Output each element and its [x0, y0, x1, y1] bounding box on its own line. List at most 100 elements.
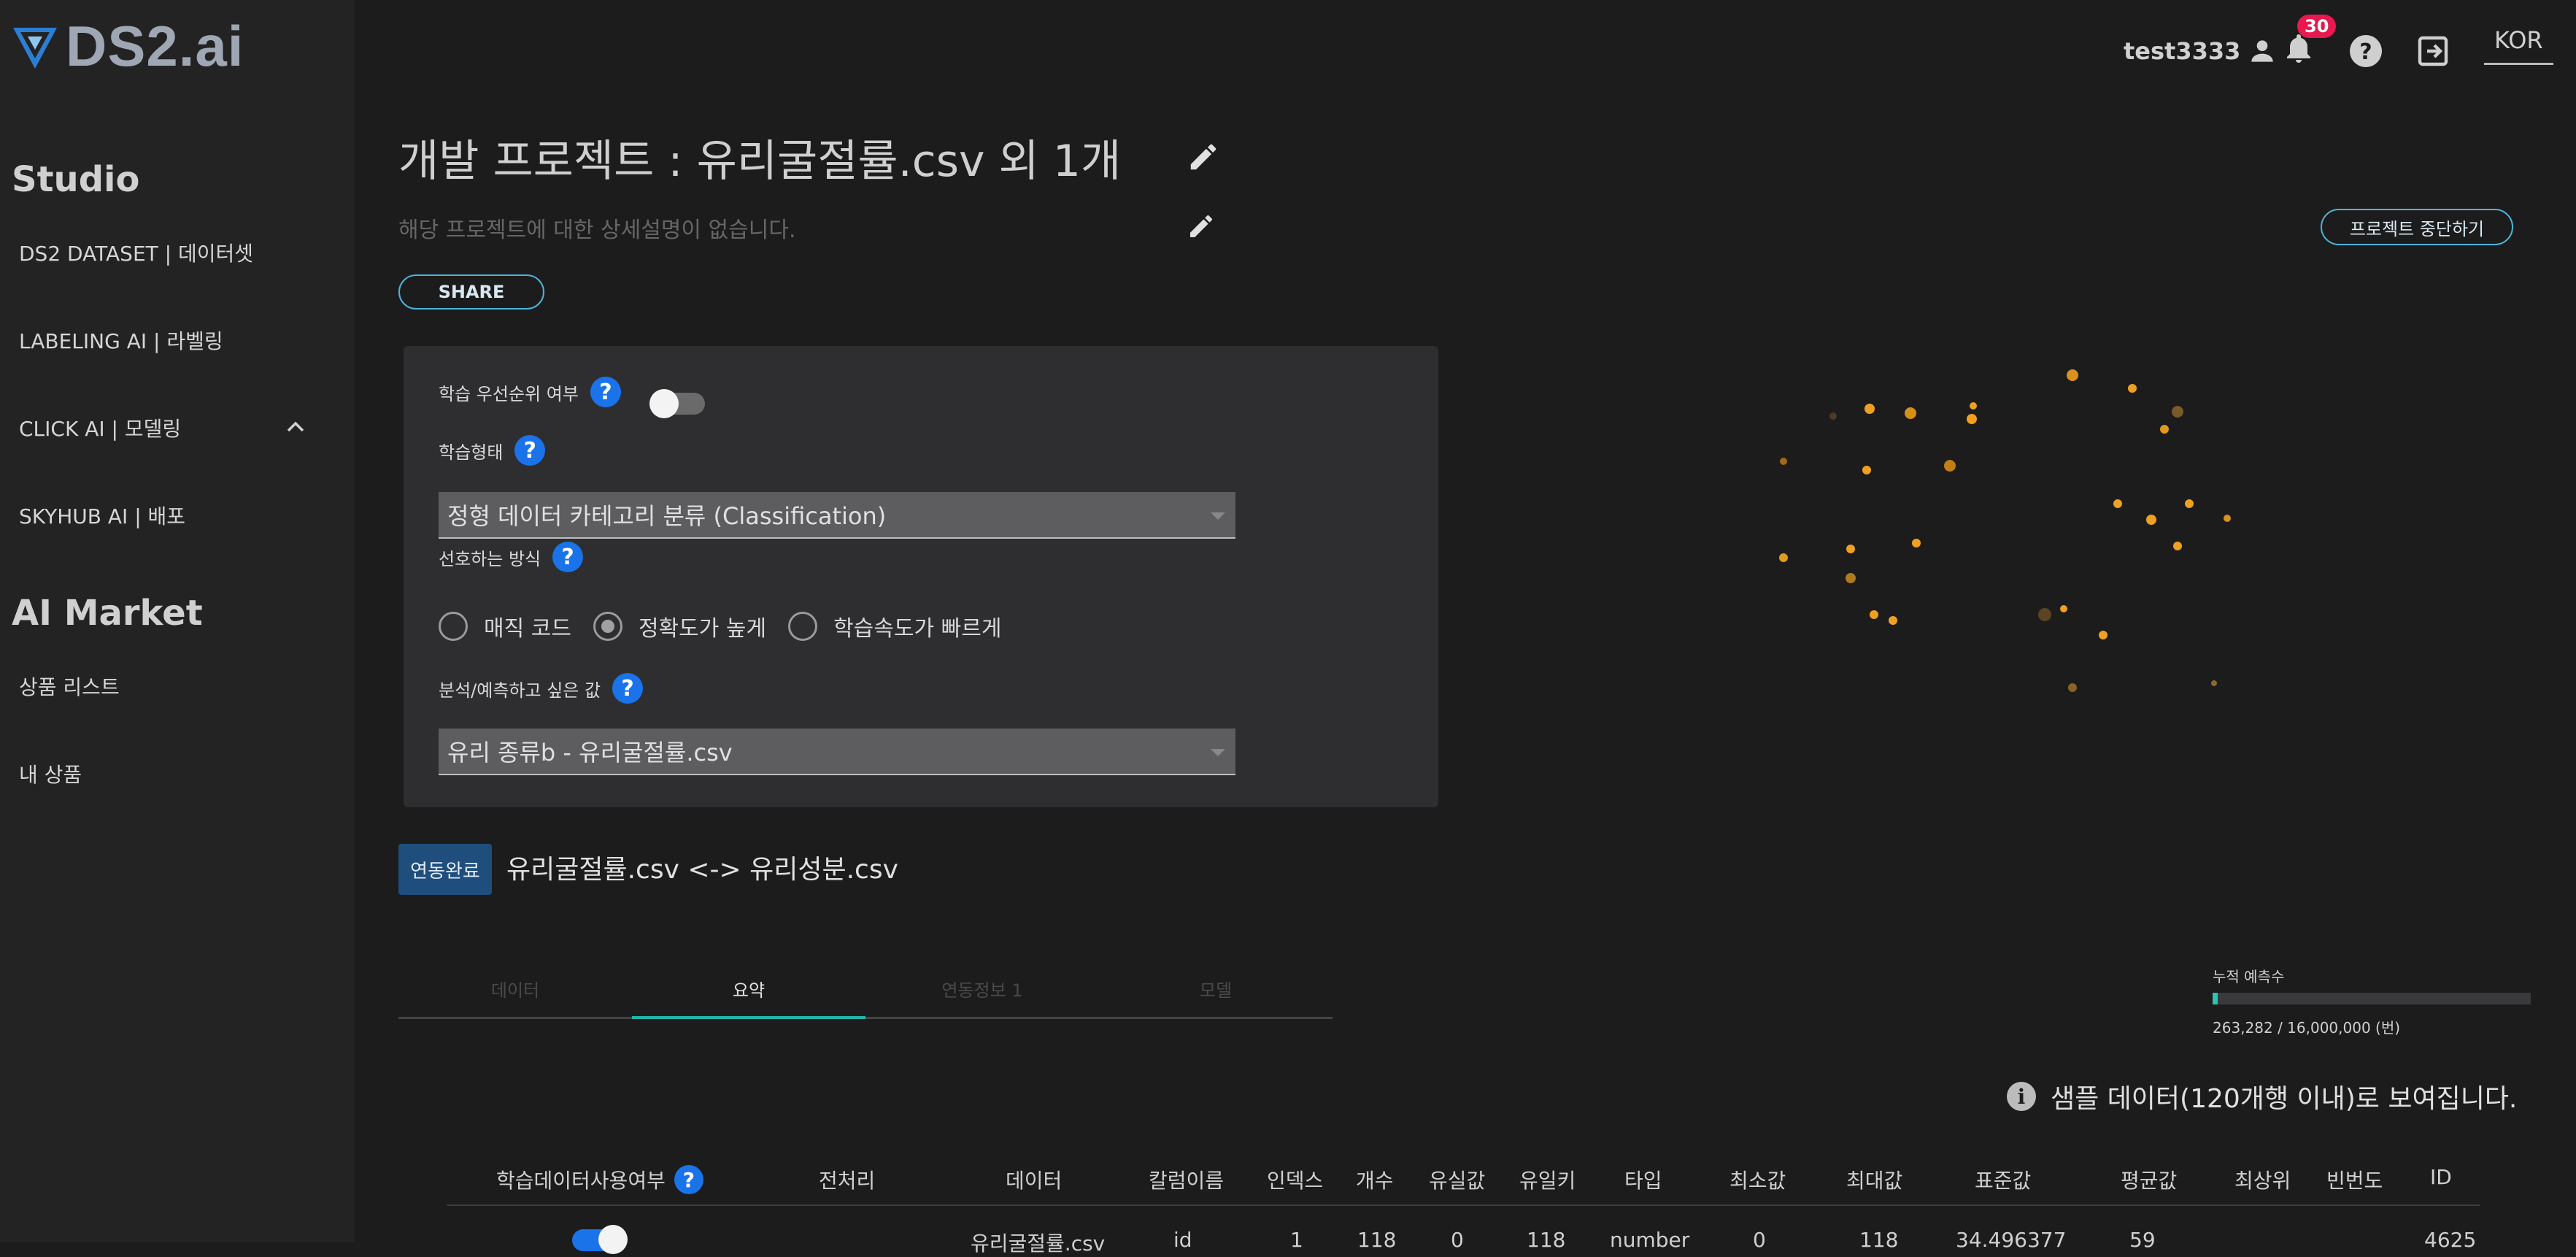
sidebar-item-my-products[interactable]: 내 상품: [19, 759, 82, 788]
toggle-knob: [598, 1225, 628, 1254]
tab-summary[interactable]: 요약: [632, 961, 865, 1019]
cell-unique: 118: [1527, 1228, 1566, 1252]
linked-files-text: 유리굴절률.csv <-> 유리성분.csv: [506, 855, 898, 885]
svg-text:?: ?: [2359, 39, 2372, 65]
header-label: 학습데이터사용여부: [496, 1169, 666, 1193]
radio-magic-code[interactable]: 매직 코드: [439, 610, 571, 642]
loading-dots-animation: [1779, 369, 2231, 692]
header-std: 표준값: [1975, 1169, 2032, 1193]
sample-data-note: i 샘플 데이터(120개행 이내)로 보여집니다.: [2007, 1077, 2517, 1115]
radio-checked-icon: [593, 612, 622, 641]
header-data: 데이터: [1006, 1169, 1063, 1193]
cell-data: 유리굴절률.csv: [971, 1231, 1106, 1256]
method-radio-group: 매직 코드 정확도가 높게 학습속도가 빠르게: [439, 610, 1023, 642]
sidebar: DS2.ai Studio DS2 DATASET | 데이터셋 LABELIN…: [0, 0, 355, 1242]
tab-data[interactable]: 데이터: [398, 961, 632, 1017]
sidebar-item-labeling[interactable]: LABELING AI | 라벨링: [19, 326, 223, 355]
chevron-up-icon[interactable]: [285, 416, 306, 438]
radio-high-accuracy[interactable]: 정확도가 높게: [593, 610, 766, 642]
logout-icon[interactable]: [2415, 34, 2450, 69]
tab-model[interactable]: 모델: [1099, 961, 1333, 1017]
sidebar-item-product-list[interactable]: 상품 리스트: [19, 672, 120, 701]
help-circle-icon[interactable]: ?: [2348, 34, 2383, 69]
prediction-count-value: 263,282 / 16,000,000 (번): [2213, 1019, 2401, 1037]
dropdown-caret-icon: [1211, 512, 1225, 520]
edit-title-pencil-icon[interactable]: [1187, 140, 1220, 174]
header-top: 최상위: [2234, 1169, 2291, 1193]
priority-toggle[interactable]: [649, 389, 705, 418]
prediction-progress-bar: [2213, 993, 2531, 1004]
header-frequency: 빈번도: [2326, 1169, 2383, 1193]
target-select[interactable]: 유리 종류b - 유리굴절률.csv: [439, 729, 1235, 775]
training-type-select[interactable]: 정형 데이터 카테고리 분류 (Classification): [439, 492, 1235, 539]
cell-missing: 0: [1451, 1228, 1464, 1252]
header-count: 개수: [1356, 1169, 1394, 1193]
header-column-name: 칼럼이름: [1149, 1169, 1225, 1193]
logo-mark-icon: [13, 27, 57, 69]
target-label: 분석/예측하고 싶은 값: [439, 680, 601, 701]
radio-label: 학습속도가 빠르게: [833, 616, 1002, 642]
radio-circle-icon: [439, 612, 468, 641]
link-status-badge: 연동완료: [398, 844, 492, 895]
person-icon: [2251, 40, 2274, 62]
header-index: 인덱스: [1267, 1169, 1324, 1193]
language-selector[interactable]: KOR: [2484, 26, 2553, 65]
tab-bar: 데이터 요약 연동정보 1 모델: [398, 961, 1333, 1019]
header-min: 최소값: [1729, 1169, 1786, 1193]
project-description: 해당 프로젝트에 대한 상세설명이 없습니다.: [398, 218, 796, 243]
cell-column-name: id: [1173, 1228, 1192, 1252]
method-setting: 선호하는 방식 ?: [439, 542, 584, 572]
method-help-icon[interactable]: ?: [552, 542, 584, 572]
edit-description-pencil-icon[interactable]: [1187, 212, 1216, 241]
priority-label: 학습 우선순위 여부: [439, 383, 579, 404]
header-mean: 평균값: [2121, 1169, 2178, 1193]
header-missing: 유실값: [1429, 1169, 1486, 1193]
cell-std: 34.496377: [1956, 1228, 2067, 1252]
radio-circle-icon: [788, 612, 818, 641]
priority-setting: 학습 우선순위 여부 ?: [439, 377, 621, 407]
user-menu[interactable]: test3333: [2124, 35, 2278, 67]
prediction-progress-fill: [2213, 993, 2218, 1004]
tab-link-info[interactable]: 연동정보 1: [865, 961, 1099, 1017]
training-type-value: 정형 데이터 카테고리 분류 (Classification): [447, 502, 887, 530]
market-section-title: AI Market: [12, 593, 203, 634]
prediction-count-label: 누적 예측수: [2213, 968, 2285, 985]
logo-text: DS2.ai: [66, 14, 244, 78]
target-help-icon[interactable]: ?: [612, 673, 644, 704]
cell-count: 118: [1357, 1228, 1397, 1252]
cell-id: 4625: [2424, 1228, 2477, 1252]
header-max: 최대값: [1846, 1169, 1903, 1193]
use-for-training-help-icon[interactable]: ?: [674, 1165, 703, 1194]
target-setting: 분석/예측하고 싶은 값 ?: [439, 673, 644, 704]
radio-fast-training[interactable]: 학습속도가 빠르게: [788, 610, 1001, 642]
notification-count-badge: 30: [2297, 15, 2337, 38]
sidebar-item-click-ai[interactable]: CLICK AI | 모델링: [19, 413, 181, 442]
use-for-training-toggle[interactable]: [572, 1225, 628, 1254]
cell-index: 1: [1290, 1228, 1303, 1252]
header-use-for-training: 학습데이터사용여부 ?: [496, 1165, 703, 1194]
dropdown-caret-icon: [1211, 749, 1225, 756]
method-label: 선호하는 방식: [439, 548, 541, 569]
priority-help-icon[interactable]: ?: [590, 377, 621, 407]
cell-type: number: [1610, 1228, 1690, 1252]
training-type-help-icon[interactable]: ?: [514, 435, 546, 466]
sample-note-text: 샘플 데이터(120개행 이내)로 보여집니다.: [2051, 1084, 2518, 1114]
radio-label: 매직 코드: [484, 616, 571, 642]
training-type-label: 학습형태: [439, 442, 504, 463]
stop-project-button[interactable]: 프로젝트 중단하기: [2321, 209, 2513, 245]
toggle-knob: [649, 389, 679, 418]
cell-mean: 59: [2129, 1228, 2156, 1252]
cell-min: 0: [1753, 1228, 1766, 1252]
header-preprocess: 전처리: [819, 1169, 876, 1193]
summary-table-header: 학습데이터사용여부 ? 전처리 데이터 칼럼이름 인덱스 개수 유실값 유일키 …: [447, 1150, 2480, 1206]
header-type: 타입: [1624, 1169, 1662, 1193]
info-icon: i: [2007, 1082, 2036, 1111]
project-title: 개발 프로젝트 : 유리굴절률.csv 외 1개: [398, 136, 1122, 187]
cell-max: 118: [1859, 1228, 1899, 1252]
sidebar-item-skyhub[interactable]: SKYHUB AI | 배포: [19, 501, 185, 530]
logo[interactable]: DS2.ai: [10, 13, 244, 80]
share-button[interactable]: SHARE: [398, 274, 544, 310]
header-id: ID: [2430, 1165, 2452, 1189]
training-type-setting: 학습형태 ?: [439, 435, 546, 466]
sidebar-item-dataset[interactable]: DS2 DATASET | 데이터셋: [19, 238, 253, 267]
